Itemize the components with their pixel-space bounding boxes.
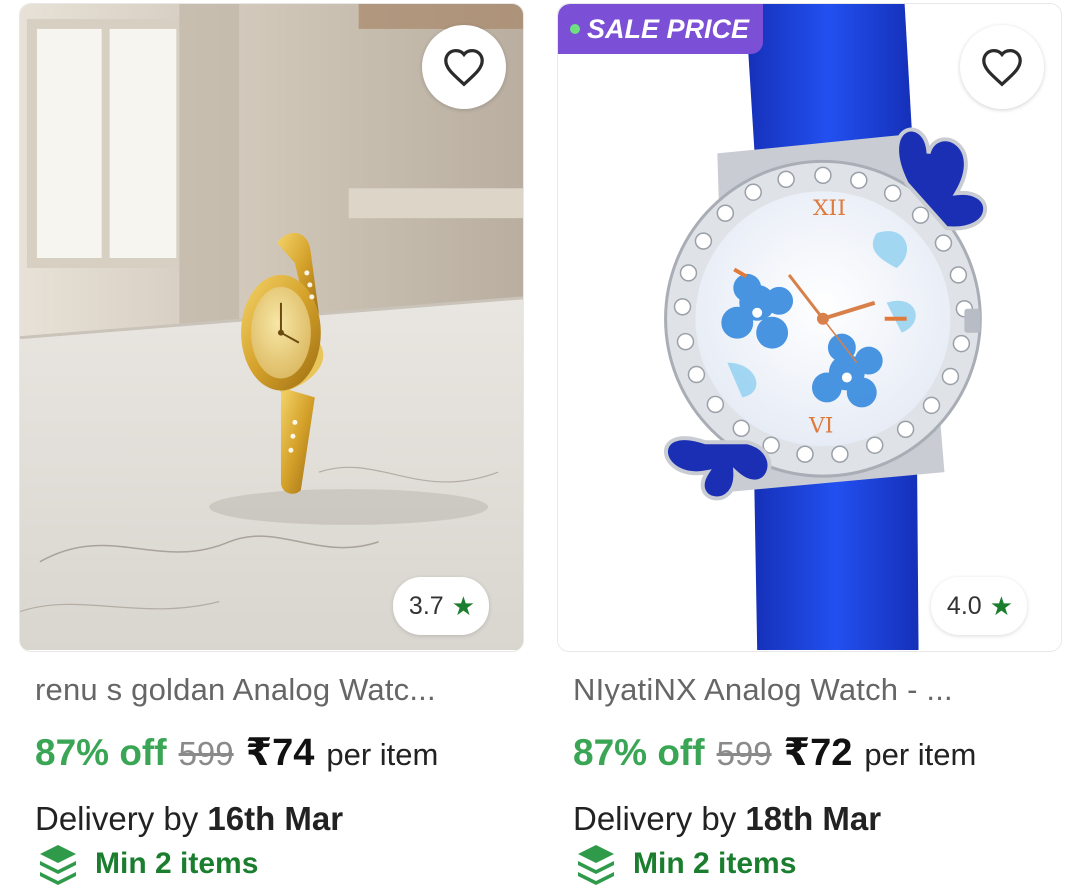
min-items-info: Min 2 items: [37, 842, 258, 886]
discount-label: 87% off: [573, 732, 705, 773]
rating-value: 4.0: [946, 591, 982, 620]
delivery-date: 16th Mar: [207, 800, 344, 837]
wishlist-button[interactable]: [960, 25, 1044, 109]
rating-value: 3.7: [408, 591, 444, 620]
stack-icon: [578, 845, 614, 885]
badge-dot: [570, 24, 580, 34]
min-items-label: Min 2 items: [95, 847, 259, 880]
rating-badge: 3.7 ★: [392, 577, 489, 635]
stack-icon: [40, 845, 76, 885]
star-icon: ★: [451, 591, 475, 621]
product-image[interactable]: XII VI SALE PRICE 4.0 ★: [557, 3, 1062, 652]
sale-price: ₹72: [783, 732, 853, 774]
sale-price: ₹74: [245, 732, 315, 774]
product-card[interactable]: 3.7 ★ renu s goldan Analog Watc... 87% o…: [19, 0, 524, 896]
original-price: 599: [178, 735, 234, 772]
delivery-prefix: Delivery by: [573, 800, 737, 837]
svg-text:VI: VI: [808, 413, 833, 438]
price-unit: per item: [864, 737, 977, 772]
price-row: 87% off 599 ₹72 per item: [573, 730, 976, 775]
svg-text:XII: XII: [813, 196, 846, 221]
delivery-info: Delivery by 18th Mar: [573, 800, 881, 838]
star-icon: ★: [989, 591, 1013, 621]
product-title[interactable]: NIyatiNX Analog Watch - ...: [573, 672, 1053, 708]
heart-icon: [982, 48, 1022, 87]
product-image[interactable]: 3.7 ★: [19, 3, 524, 652]
delivery-prefix: Delivery by: [35, 800, 199, 837]
product-title[interactable]: renu s goldan Analog Watc...: [35, 672, 515, 708]
rating-badge: 4.0 ★: [930, 577, 1027, 635]
delivery-info: Delivery by 16th Mar: [35, 800, 343, 838]
price-unit: per item: [326, 737, 439, 772]
min-items-info: Min 2 items: [575, 842, 796, 886]
price-row: 87% off 599 ₹74 per item: [35, 730, 438, 775]
sale-price-badge: SALE PRICE: [558, 4, 764, 54]
min-items-label: Min 2 items: [633, 847, 797, 880]
wishlist-button[interactable]: [422, 25, 506, 109]
original-price: 599: [716, 735, 772, 772]
discount-label: 87% off: [35, 732, 167, 773]
sale-badge-label: SALE PRICE: [587, 13, 750, 44]
delivery-date: 18th Mar: [745, 800, 882, 837]
heart-icon: [444, 48, 484, 87]
product-card[interactable]: XII VI SALE PRICE 4.0 ★ NIyatiNX Analog …: [557, 0, 1062, 896]
